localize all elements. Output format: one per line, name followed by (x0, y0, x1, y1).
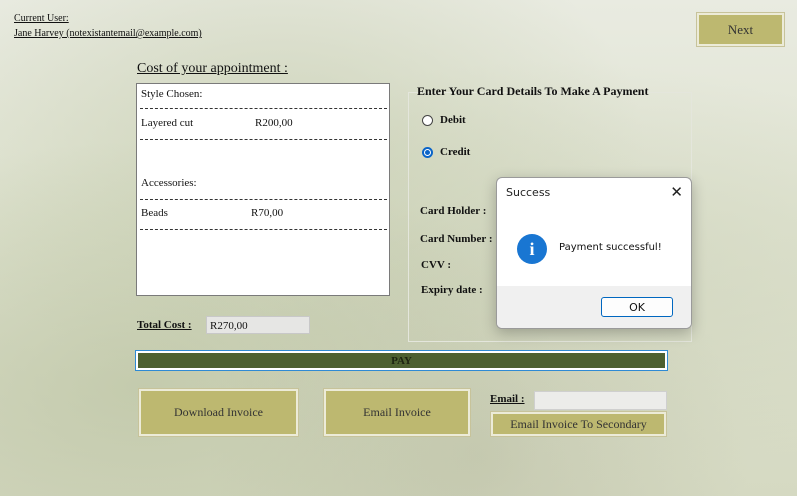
pay-button[interactable]: PAY (135, 350, 668, 371)
info-icon: i (517, 234, 547, 264)
radio-selected-icon (422, 146, 433, 158)
email-secondary-button[interactable]: Email Invoice To Secondary (491, 412, 666, 436)
accessory-price: R70,00 (251, 207, 284, 219)
close-icon[interactable]: ✕ (670, 183, 683, 201)
total-cost-field: R270,00 (206, 316, 310, 334)
divider (140, 199, 387, 200)
email-invoice-button[interactable]: Email Invoice (324, 389, 470, 436)
card-details-title: Enter Your Card Details To Make A Paymen… (417, 84, 649, 98)
success-dialog: Success ✕ i Payment successful! OK (496, 177, 692, 329)
current-user-info: Current User: Jane Harvey (notexistantem… (14, 11, 202, 41)
next-button[interactable]: Next (697, 13, 784, 46)
style-chosen-header: Style Chosen: (141, 88, 203, 100)
cost-title: Cost of your appointment : (137, 61, 288, 76)
email-input[interactable] (534, 391, 667, 410)
debit-radio[interactable]: Debit (422, 114, 466, 126)
card-holder-label: Card Holder : (420, 205, 487, 217)
debit-label: Debit (440, 114, 466, 126)
cost-summary-box: Style Chosen: Layered cut R200,00 Access… (136, 83, 390, 296)
divider (140, 108, 387, 109)
dialog-footer: OK (497, 286, 691, 328)
expiry-label: Expiry date : (421, 284, 483, 296)
download-invoice-button[interactable]: Download Invoice (139, 389, 298, 436)
cvv-label: CVV : (421, 259, 452, 271)
divider (140, 229, 387, 230)
divider (140, 139, 387, 140)
email-label: Email : (490, 393, 525, 405)
style-price: R200,00 (255, 117, 293, 129)
dialog-body: i Payment successful! (497, 208, 691, 286)
accessory-item: Beads (141, 207, 168, 219)
dialog-title: Success (506, 186, 551, 199)
radio-circle-icon (422, 114, 433, 126)
ok-button[interactable]: OK (601, 297, 673, 317)
accessories-header: Accessories: (141, 177, 197, 189)
credit-radio[interactable]: Credit (422, 146, 470, 158)
current-user-label: Current User: (14, 13, 69, 24)
dialog-message: Payment successful! (559, 242, 662, 253)
total-cost-label: Total Cost : (137, 319, 192, 331)
card-number-label: Card Number : (420, 233, 493, 245)
current-user-name-email: Jane Harvey (notexistantemail@example.co… (14, 28, 202, 39)
style-item: Layered cut (141, 117, 194, 129)
credit-label: Credit (440, 146, 471, 158)
